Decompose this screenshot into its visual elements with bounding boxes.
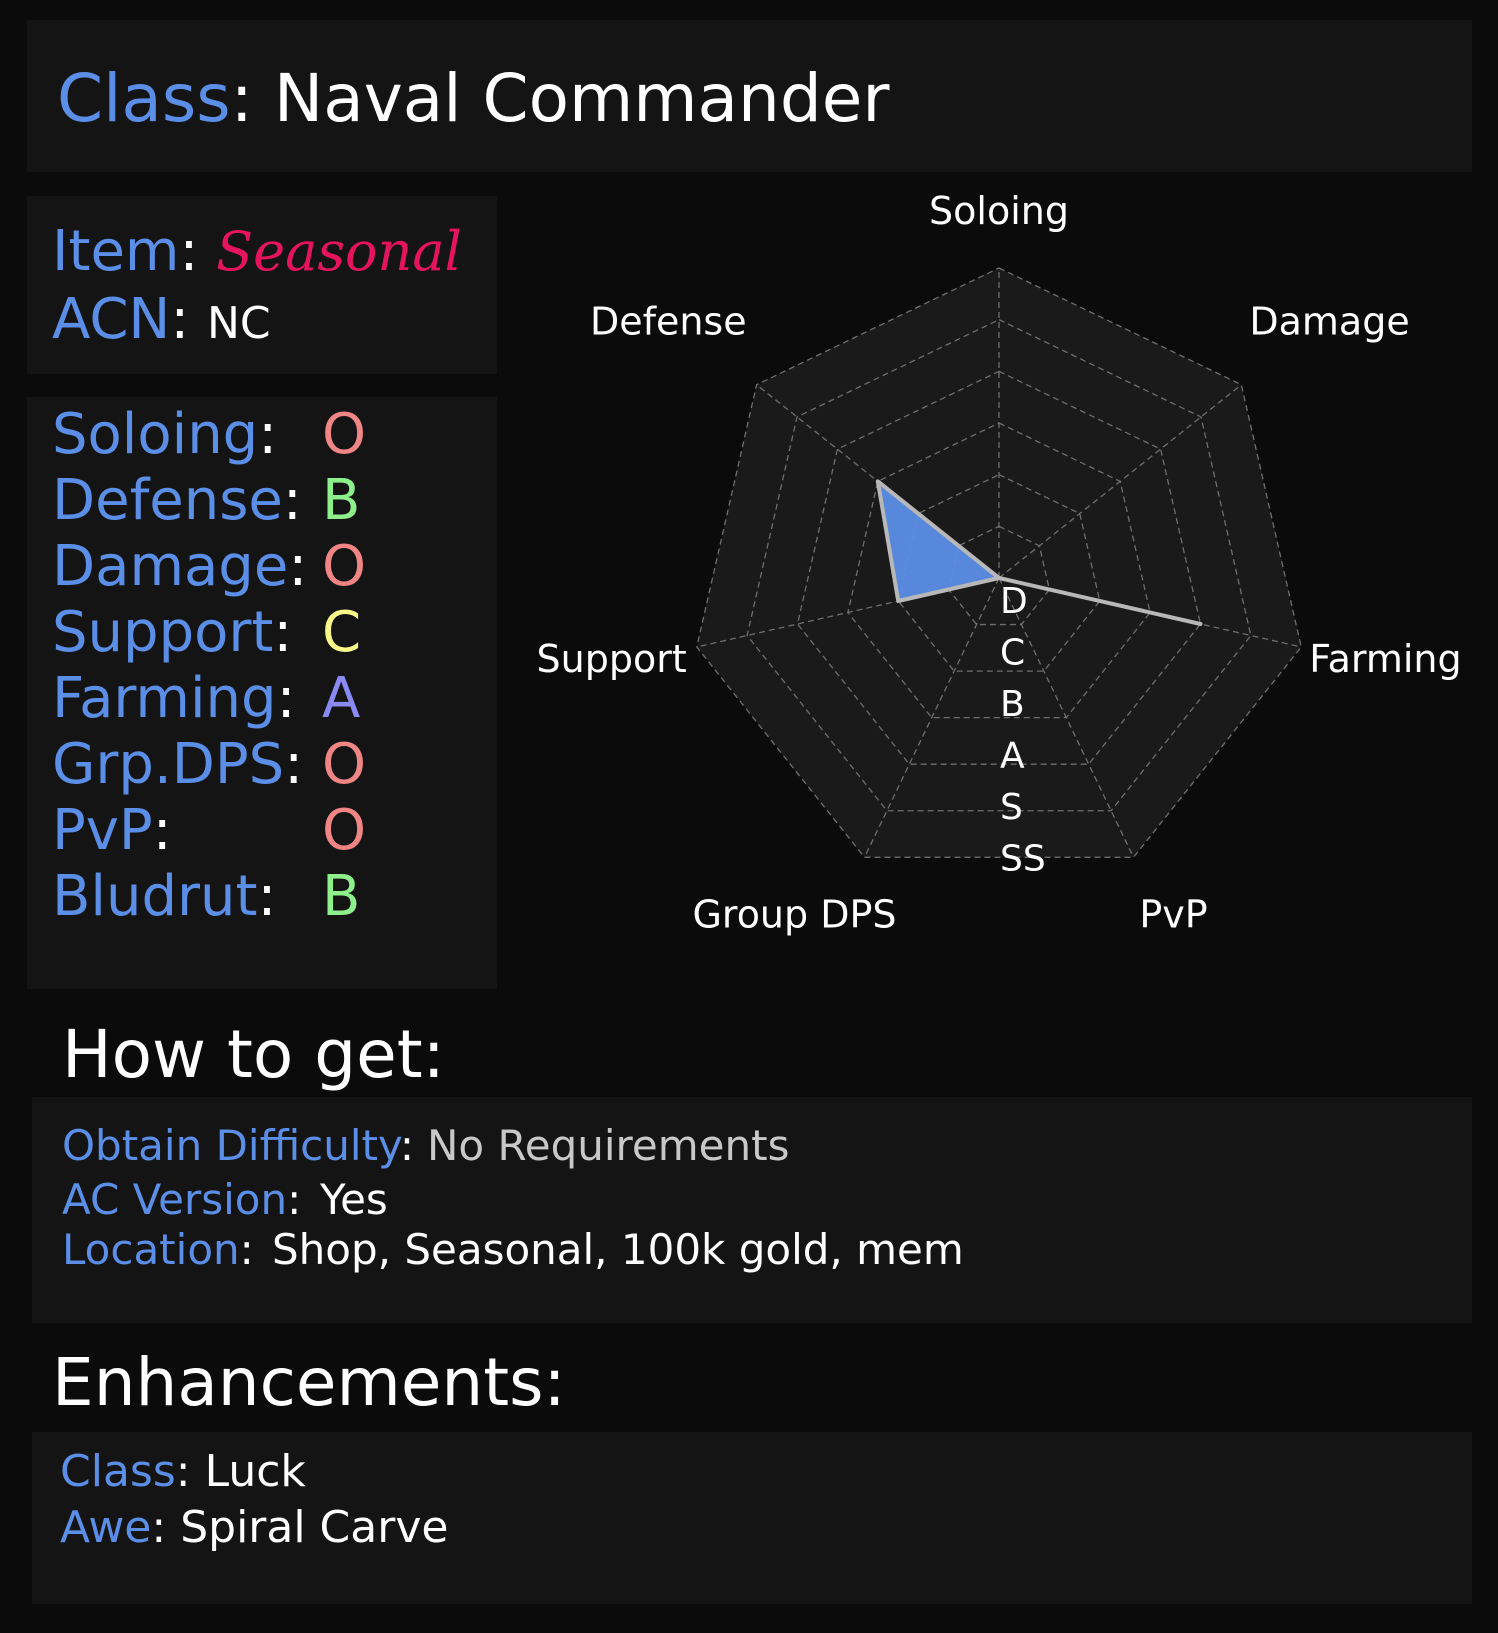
radar-scale-label: A <box>1000 736 1025 777</box>
enhancements-panel: Class: Luck Awe: Spiral Carve <box>32 1432 1472 1604</box>
location-value: Shop, Seasonal, 100k gold, mem <box>272 1225 964 1274</box>
rank-grade: O <box>322 534 367 599</box>
rank-label: Defense <box>52 468 283 533</box>
rank-grade: B <box>322 864 361 929</box>
rank-row-pvp: PvP: O <box>52 803 366 859</box>
rank-label: PvP <box>52 798 153 863</box>
acn-row: ACN: NC <box>52 292 271 348</box>
acn-value: NC <box>207 298 271 349</box>
ac-version-colon: : <box>287 1175 302 1224</box>
class-title: Class: Naval Commander <box>57 66 889 132</box>
radar-grid <box>696 267 1302 858</box>
ac-version-label: AC Version <box>62 1175 288 1224</box>
radar-axis-label: Farming <box>1309 637 1461 681</box>
location-colon: : <box>239 1225 254 1274</box>
radar-axis-label: Soloing <box>929 189 1069 233</box>
rank-label: Farming <box>52 666 277 731</box>
obtain-difficulty-label: Obtain Difficulty <box>62 1121 400 1170</box>
item-info-panel: Item: Seasonal ACN: NC <box>27 196 497 374</box>
item-label: Item <box>52 219 180 284</box>
radar-chart: DCBASSS SoloingDamageFarmingPvPGroup DPS… <box>537 189 1462 936</box>
rank-colon: : <box>288 534 308 599</box>
radar-scale-label: D <box>1000 581 1028 622</box>
enh-awe-colon: : <box>151 1502 167 1553</box>
ac-version-value: Yes <box>320 1175 388 1224</box>
radar-axis-label: Support <box>537 637 687 681</box>
rank-label: Soloing <box>52 402 259 467</box>
radar-axis-label: Damage <box>1249 300 1409 344</box>
rank-grade: O <box>322 798 367 863</box>
location-row: Location: Shop, Seasonal, 100k gold, mem <box>62 1229 964 1271</box>
radar-scale-label: S <box>1000 787 1023 828</box>
item-colon: : <box>179 219 199 284</box>
how-to-get-panel: Obtain Difficulty: No Requirements AC Ve… <box>32 1097 1472 1323</box>
enh-class-label: Class <box>60 1446 176 1497</box>
rank-grade: A <box>322 666 361 731</box>
acn-label: ACN <box>52 287 171 352</box>
rank-grade: O <box>322 732 367 797</box>
class-colon: : <box>230 60 253 137</box>
rank-colon: : <box>258 402 278 467</box>
enh-class-colon: : <box>175 1446 191 1497</box>
rank-row-damage: Damage: O <box>52 539 366 595</box>
enh-awe-label: Awe <box>60 1502 152 1553</box>
rank-colon: : <box>284 732 304 797</box>
rank-label: Damage <box>52 534 289 599</box>
radar-scale-label: B <box>1000 684 1025 725</box>
obtain-difficulty-row: Obtain Difficulty: No Requirements <box>62 1125 789 1167</box>
class-title-panel: Class: Naval Commander <box>27 20 1472 172</box>
rank-row-bludrut: Bludrut: B <box>52 869 360 925</box>
rank-label: Bludrut <box>52 864 258 929</box>
enh-awe-row: Awe: Spiral Carve <box>60 1506 448 1550</box>
enh-class-value: Luck <box>204 1446 306 1497</box>
enhancements-heading: Enhancements: <box>52 1344 566 1421</box>
rank-colon: : <box>276 666 296 731</box>
radar-axis-label: Group DPS <box>692 892 896 936</box>
rankings-panel: Soloing: O Defense: B Damage: O Support:… <box>27 397 497 989</box>
ac-version-row: AC Version: Yes <box>62 1179 388 1221</box>
rank-row-defense: Defense: B <box>52 473 360 529</box>
enh-class-row: Class: Luck <box>60 1450 306 1494</box>
radar-scale-label: SS <box>1000 839 1046 880</box>
radar-scale-label: C <box>1000 633 1025 674</box>
rank-label: Support <box>52 600 274 665</box>
rank-colon: : <box>257 864 277 929</box>
radar-axis-label: Defense <box>590 300 747 344</box>
rank-grade: C <box>322 600 362 665</box>
enh-awe-value: Spiral Carve <box>180 1502 449 1553</box>
item-row: Item: Seasonal <box>52 224 462 280</box>
class-name: Naval Commander <box>273 60 890 137</box>
obtain-difficulty-value: No Requirements <box>427 1121 790 1170</box>
radar-axis-label: PvP <box>1139 892 1207 936</box>
class-label: Class <box>57 60 231 137</box>
rank-row-farming: Farming: A <box>52 671 360 727</box>
acn-colon: : <box>170 287 190 352</box>
rank-grade: B <box>322 468 361 533</box>
rank-colon: : <box>273 600 293 665</box>
rank-row-grp-dps: Grp.DPS: O <box>52 737 366 793</box>
location-label: Location <box>62 1225 240 1274</box>
rank-label: Grp.DPS <box>52 732 285 797</box>
rank-grade: O <box>322 402 367 467</box>
rank-row-support: Support: C <box>52 605 361 661</box>
rank-colon: : <box>152 798 172 863</box>
how-to-get-heading: How to get: <box>62 1016 445 1093</box>
rank-colon: : <box>282 468 302 533</box>
rank-row-soloing: Soloing: O <box>52 407 366 463</box>
obtain-colon: : <box>399 1121 414 1170</box>
item-value: Seasonal <box>216 220 462 283</box>
